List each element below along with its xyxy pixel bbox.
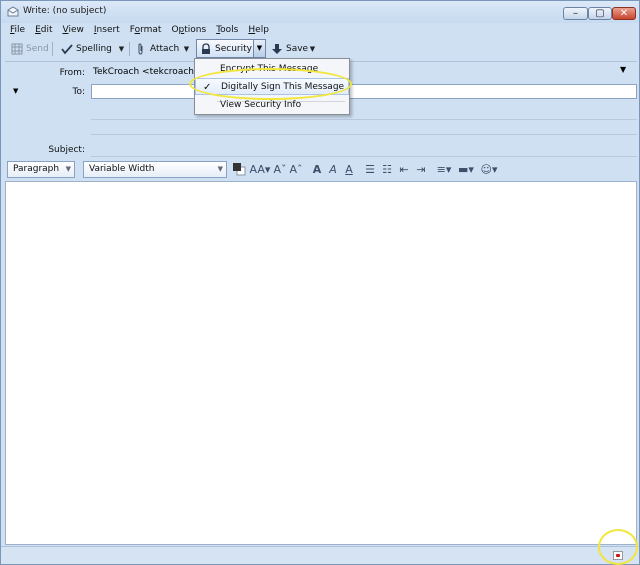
smaller-text-icon[interactable]: Aˇ	[273, 162, 287, 177]
subject-label: Subject:	[48, 145, 85, 155]
menu-help[interactable]: Help	[243, 23, 274, 39]
toolbar-separator	[52, 42, 53, 56]
recipient-row-divider	[91, 119, 637, 120]
toolbar-separator	[129, 42, 130, 56]
from-field[interactable]: TekCroach <tekcroach@	[93, 67, 637, 81]
align-icon[interactable]: ≡▾	[435, 162, 453, 177]
from-dropdown-arrow[interactable]: ▼	[620, 65, 626, 74]
font-size-icon[interactable]: AA▾	[249, 162, 271, 177]
title-bar: Write: (no subject) – ▢ ✕	[1, 1, 639, 23]
maximize-button[interactable]: ▢	[588, 7, 612, 20]
indent-icon[interactable]: ⇥	[414, 162, 428, 177]
larger-text-icon[interactable]: Aˆ	[289, 162, 303, 177]
menu-view[interactable]: View	[58, 23, 89, 39]
security-dropdown-button[interactable]: ▼	[253, 39, 266, 58]
insert-icon[interactable]: ▬▾	[457, 162, 475, 177]
smiley-icon[interactable]: ☺▾	[479, 162, 499, 177]
spelling-dropdown[interactable]: ▼	[116, 41, 127, 57]
status-icon-highlight	[598, 529, 638, 565]
save-button[interactable]: Save	[271, 40, 308, 58]
from-label: From:	[59, 68, 85, 78]
to-input[interactable]	[91, 84, 637, 99]
text-color-icon[interactable]	[232, 162, 246, 176]
compose-window: Write: (no subject) – ▢ ✕ File Edit View…	[0, 0, 640, 565]
minimize-button[interactable]: –	[563, 7, 588, 20]
main-toolbar: Send Spelling ▼ Attach ▼ Security ▼ Save…	[5, 39, 637, 59]
menu-insert[interactable]: Insert	[89, 23, 125, 39]
send-button[interactable]: Send	[11, 40, 49, 58]
attach-dropdown[interactable]: ▼	[181, 41, 192, 57]
menu-file[interactable]: File	[5, 23, 30, 39]
close-button[interactable]: ✕	[612, 7, 636, 20]
recipient-row-divider	[91, 134, 637, 135]
format-toolbar: Paragraph ▼ Variable Width ▼ AA▾ Aˇ Aˆ A A…	[5, 159, 637, 181]
recipient-type-dropdown[interactable]: ▼	[13, 87, 18, 95]
paragraph-style-select[interactable]: Paragraph ▼	[7, 161, 75, 178]
spelling-button[interactable]: Spelling	[61, 40, 112, 58]
paperclip-icon	[138, 43, 143, 55]
menu-tools[interactable]: Tools	[211, 23, 243, 39]
font-select[interactable]: Variable Width ▼	[83, 161, 227, 178]
bullet-list-icon[interactable]: ☰	[363, 162, 377, 177]
save-arrow-icon	[272, 44, 282, 54]
security-button[interactable]: Security	[200, 40, 252, 58]
menu-bar: File Edit View Insert Format Options Too…	[5, 23, 274, 39]
sign-option-highlight	[189, 68, 352, 100]
compose-icon	[7, 6, 19, 17]
underline-icon[interactable]: A	[343, 162, 355, 177]
bold-icon[interactable]: A	[311, 162, 323, 177]
menu-format[interactable]: Format	[125, 23, 167, 39]
to-label: To:	[72, 87, 85, 97]
window-title: Write: (no subject)	[23, 6, 107, 16]
status-bar	[1, 546, 639, 564]
numbered-list-icon[interactable]: ☷	[380, 162, 394, 177]
attach-button[interactable]: Attach	[135, 40, 179, 58]
checkmark-icon	[61, 44, 73, 55]
send-icon	[11, 43, 23, 55]
lock-icon	[202, 43, 210, 54]
message-body[interactable]	[5, 181, 637, 545]
menu-edit[interactable]: Edit	[30, 23, 57, 39]
outdent-icon[interactable]: ⇤	[397, 162, 411, 177]
italic-icon[interactable]: A	[327, 162, 339, 177]
subject-input[interactable]	[91, 156, 637, 157]
save-dropdown[interactable]: ▼	[307, 41, 318, 57]
menu-options[interactable]: Options	[166, 23, 211, 39]
